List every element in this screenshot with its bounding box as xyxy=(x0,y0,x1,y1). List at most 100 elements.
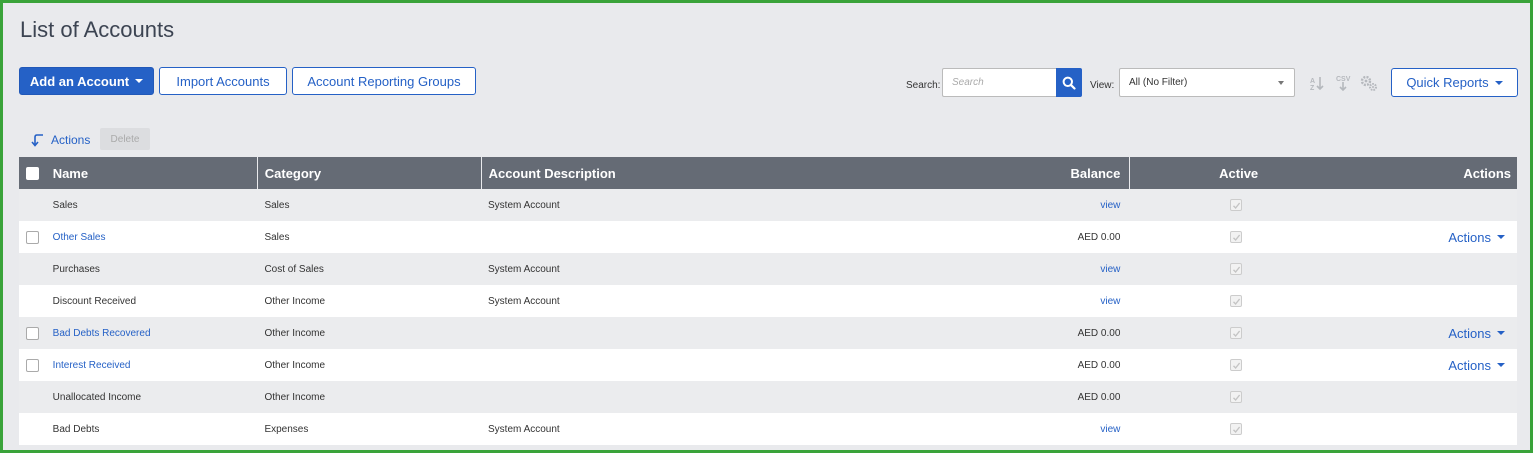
account-name: Sales xyxy=(52,199,78,211)
quick-reports-label: Quick Reports xyxy=(1406,75,1489,90)
row-checkbox[interactable] xyxy=(25,326,39,340)
row-select-cell xyxy=(19,285,46,317)
table-row: Other Sales Sales AED 0.00 Actions xyxy=(19,221,1517,253)
chevron-down-icon xyxy=(1497,331,1505,335)
header-category[interactable]: Category xyxy=(258,157,482,189)
row-actions-dropdown[interactable]: Actions xyxy=(1448,230,1505,245)
active-cell xyxy=(1128,317,1344,349)
row-actions-label: Actions xyxy=(1448,325,1491,341)
account-name-link[interactable]: Bad Debts Recovered xyxy=(46,317,258,349)
quick-reports-button[interactable]: Quick Reports xyxy=(1391,68,1518,97)
balance-view-link[interactable]: view xyxy=(912,189,1128,221)
row-actions-label: Actions xyxy=(1448,357,1491,373)
balance-view-link[interactable]: view xyxy=(912,413,1128,445)
active-cell xyxy=(1128,349,1344,381)
search-icon xyxy=(1062,76,1076,90)
row-actions-cell xyxy=(1344,413,1517,445)
active-checkbox xyxy=(1230,199,1243,211)
row-actions-cell xyxy=(1344,253,1517,285)
row-checkbox[interactable] xyxy=(25,230,39,244)
table-row: Discount Received Other Income System Acco… xyxy=(19,285,1517,317)
account-name: Discount Received xyxy=(52,295,137,307)
table-row: Unallocated Income Other Income AED 0.00 xyxy=(19,381,1517,413)
row-actions-dropdown[interactable]: Actions xyxy=(1448,358,1505,373)
account-category: Other Income xyxy=(264,327,326,339)
bulk-actions-link[interactable]: Actions xyxy=(31,132,90,148)
account-reporting-groups-button[interactable]: Account Reporting Groups xyxy=(292,67,476,95)
account-name-link[interactable]: Other Sales xyxy=(46,221,258,253)
balance-view-link[interactable]: view xyxy=(912,253,1128,285)
search-button[interactable] xyxy=(1056,68,1082,97)
svg-text:Z: Z xyxy=(1310,85,1315,91)
balance-view-link[interactable]: view xyxy=(912,285,1128,317)
row-select-cell xyxy=(19,253,46,285)
add-account-label: Add an Account xyxy=(29,73,130,89)
header-name[interactable]: Name xyxy=(46,157,258,189)
app-frame: List of Accounts Add an Account Import A… xyxy=(0,0,1533,453)
checkmark-icon xyxy=(1232,362,1240,369)
row-actions-cell: Actions xyxy=(1344,349,1517,381)
row-actions-cell xyxy=(1344,381,1517,413)
select-all-checkbox[interactable] xyxy=(25,166,39,180)
import-accounts-button[interactable]: Import Accounts xyxy=(159,67,287,95)
view-filter-select[interactable]: All (No Filter) xyxy=(1119,68,1295,97)
checkmark-icon xyxy=(1232,330,1240,337)
active-cell xyxy=(1128,189,1344,221)
sort-button[interactable]: A Z xyxy=(1307,73,1327,93)
account-description xyxy=(481,381,912,413)
header-active[interactable]: Active xyxy=(1130,157,1347,189)
table-body: Sales Sales System Account view Other Sales S… xyxy=(19,189,1517,445)
header-balance[interactable]: Balance xyxy=(913,157,1131,189)
account-category: Other Income xyxy=(264,391,326,403)
table-row: Bad Debts Expenses System Account view xyxy=(19,413,1517,445)
checkmark-icon xyxy=(1232,426,1240,433)
settings-icon xyxy=(1360,75,1377,91)
chevron-down-icon xyxy=(1494,80,1503,85)
table-row: Bad Debts Recovered Other Income AED 0.00 A… xyxy=(19,317,1517,349)
svg-text:CSV: CSV xyxy=(1336,76,1351,83)
row-actions-cell: Actions xyxy=(1344,317,1517,349)
header-description[interactable]: Account Description xyxy=(482,157,914,189)
row-select-cell xyxy=(19,413,46,445)
chevron-down-icon xyxy=(1497,363,1505,367)
account-category: Other Income xyxy=(264,359,326,371)
chevron-down-icon xyxy=(1497,235,1505,239)
account-category: Sales xyxy=(264,199,290,211)
active-cell xyxy=(1128,381,1344,413)
csv-export-button[interactable]: CSV xyxy=(1333,73,1353,93)
settings-button[interactable] xyxy=(1359,73,1379,93)
active-checkbox xyxy=(1230,327,1243,339)
checkmark-icon xyxy=(1232,394,1240,401)
account-name: Unallocated Income xyxy=(52,391,142,403)
search-input[interactable] xyxy=(942,68,1057,97)
csv-export-icon: CSV xyxy=(1336,76,1351,92)
row-actions-dropdown[interactable]: Actions xyxy=(1448,326,1505,341)
account-name: Bad Debts xyxy=(52,423,100,435)
account-balance: AED 0.00 xyxy=(1077,327,1121,339)
header-actions: Actions xyxy=(1463,165,1511,181)
chevron-down-icon xyxy=(135,79,144,83)
account-balance: AED 0.00 xyxy=(1077,359,1121,371)
view-label: View: xyxy=(1090,80,1115,91)
active-checkbox xyxy=(1230,295,1243,307)
search-label: Search: xyxy=(906,80,941,91)
table-row: Sales Sales System Account view xyxy=(19,189,1517,221)
row-select-cell xyxy=(19,317,46,349)
active-cell xyxy=(1128,413,1344,445)
row-select-cell xyxy=(19,221,46,253)
curved-arrow-down-icon xyxy=(31,134,43,147)
account-name: Purchases xyxy=(52,263,100,275)
header-select-all xyxy=(19,157,46,189)
account-description: System Account xyxy=(488,263,560,275)
row-actions-label: Actions xyxy=(1448,229,1491,245)
delete-button[interactable]: Delete xyxy=(100,128,150,150)
account-category: Other Income xyxy=(264,295,326,307)
view-selected-value: All (No Filter) xyxy=(1129,77,1188,88)
add-account-button[interactable]: Add an Account xyxy=(19,67,154,95)
row-checkbox[interactable] xyxy=(25,358,39,372)
table-header: Name Category Account Description Balanc… xyxy=(19,157,1517,189)
active-cell xyxy=(1128,285,1344,317)
account-name-link[interactable]: Interest Received xyxy=(46,349,258,381)
account-category: Cost of Sales xyxy=(264,263,324,275)
table-row: Purchases Cost of Sales System Account view xyxy=(19,253,1517,285)
